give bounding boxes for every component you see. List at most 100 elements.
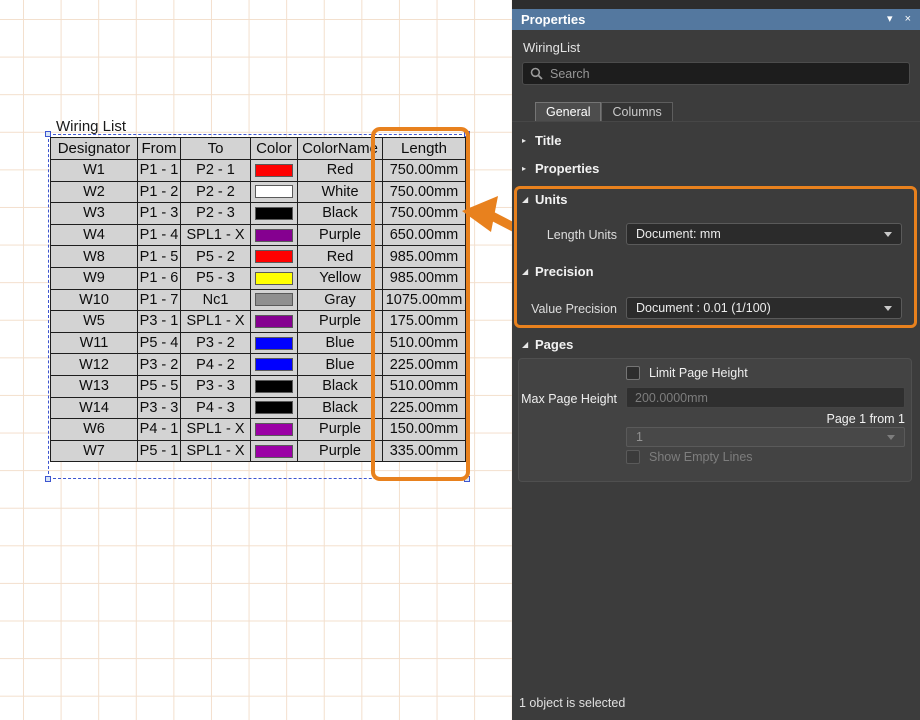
value-precision-dropdown[interactable]: Document : 0.01 (1/100): [626, 297, 902, 319]
color-swatch: [255, 445, 293, 458]
cell-to: P4 - 3: [181, 397, 251, 419]
cell-designator: W7: [51, 440, 138, 462]
cell-colorname: White: [298, 181, 383, 203]
cell-to: Nc1: [181, 289, 251, 311]
cell-designator: W8: [51, 246, 138, 268]
cell-color: [251, 224, 298, 246]
cell-color: [251, 203, 298, 225]
show-empty-lines-checkbox: [626, 450, 640, 464]
cell-length: 510.00mm: [383, 375, 466, 397]
color-swatch: [255, 164, 293, 177]
cell-designator: W12: [51, 354, 138, 376]
cell-color: [251, 397, 298, 419]
table-row: W9 P1 - 6 P5 - 3 Yellow 985.00mm: [51, 267, 466, 289]
cell-color: [251, 332, 298, 354]
cell-length: 335.00mm: [383, 440, 466, 462]
col-header-designator: Designator: [51, 138, 138, 160]
limit-page-height-row: Limit Page Height: [626, 366, 748, 380]
cell-colorname: Purple: [298, 440, 383, 462]
properties-panel: Properties ▾ × WiringList General Column…: [512, 0, 920, 720]
section-header-title[interactable]: ▸ Title: [522, 133, 562, 148]
length-units-label: Length Units: [512, 228, 617, 242]
table-row: W13 P5 - 5 P3 - 3 Black 510.00mm: [51, 375, 466, 397]
section-header-pages[interactable]: ◢ Pages: [522, 337, 573, 352]
table-row: W2 P1 - 2 P2 - 2 White 750.00mm: [51, 181, 466, 203]
panel-tabs: General Columns: [535, 102, 673, 122]
section-header-units[interactable]: ◢ Units: [522, 192, 568, 207]
chevron-down-icon: [884, 232, 892, 237]
cell-color: [251, 375, 298, 397]
close-icon[interactable]: ×: [905, 9, 911, 30]
cell-length: 150.00mm: [383, 419, 466, 441]
color-swatch: [255, 401, 293, 414]
cell-colorname: Blue: [298, 332, 383, 354]
cell-color: [251, 267, 298, 289]
cell-to: P3 - 2: [181, 332, 251, 354]
cell-color: [251, 160, 298, 182]
cell-to: P2 - 3: [181, 203, 251, 225]
cell-color: [251, 289, 298, 311]
cell-length: 985.00mm: [383, 246, 466, 268]
cell-colorname: Yellow: [298, 267, 383, 289]
cell-from: P1 - 7: [138, 289, 181, 311]
cell-colorname: Red: [298, 246, 383, 268]
color-swatch: [255, 358, 293, 371]
cell-to: SPL1 - X: [181, 419, 251, 441]
cell-to: P4 - 2: [181, 354, 251, 376]
cell-to: SPL1 - X: [181, 224, 251, 246]
table-row: W14 P3 - 3 P4 - 3 Black 225.00mm: [51, 397, 466, 419]
cell-length: 225.00mm: [383, 397, 466, 419]
length-units-dropdown[interactable]: Document: mm: [626, 223, 902, 245]
search-input[interactable]: [550, 67, 902, 81]
tab-columns[interactable]: Columns: [601, 102, 672, 122]
chevron-down-icon: [887, 435, 895, 440]
chevron-down-icon[interactable]: ▾: [887, 9, 893, 30]
show-empty-lines-label: Show Empty Lines: [649, 450, 753, 464]
color-swatch: [255, 293, 293, 306]
selected-object-name: WiringList: [523, 40, 580, 55]
table-row: W7 P5 - 1 SPL1 - X Purple 335.00mm: [51, 440, 466, 462]
selection-handle[interactable]: [45, 476, 51, 482]
table-row: W10 P1 - 7 Nc1 Gray 1075.00mm: [51, 289, 466, 311]
col-header-to: To: [181, 138, 251, 160]
cell-length: 750.00mm: [383, 160, 466, 182]
search-box[interactable]: [522, 62, 910, 85]
section-header-precision[interactable]: ◢ Precision: [522, 264, 594, 279]
table-row: W6 P4 - 1 SPL1 - X Purple 150.00mm: [51, 419, 466, 441]
cell-from: P5 - 5: [138, 375, 181, 397]
cell-to: P2 - 1: [181, 160, 251, 182]
cell-designator: W5: [51, 311, 138, 333]
cell-to: SPL1 - X: [181, 440, 251, 462]
cell-from: P1 - 6: [138, 267, 181, 289]
cell-designator: W3: [51, 203, 138, 225]
cell-to: P2 - 2: [181, 181, 251, 203]
table-row: W12 P3 - 2 P4 - 2 Blue 225.00mm: [51, 354, 466, 376]
cell-colorname: Purple: [298, 419, 383, 441]
wiring-list-table[interactable]: Designator From To Color ColorName Lengt…: [50, 137, 466, 462]
show-empty-lines-row: Show Empty Lines: [626, 450, 753, 464]
search-icon: [530, 67, 543, 80]
cell-from: P3 - 1: [138, 311, 181, 333]
wiring-table-body: W1 P1 - 1 P2 - 1 Red 750.00mm W2 P1 - 2 …: [51, 160, 466, 462]
page-selector-dropdown: 1: [626, 427, 905, 447]
color-swatch: [255, 185, 293, 198]
table-row: W5 P3 - 1 SPL1 - X Purple 175.00mm: [51, 311, 466, 333]
tab-general[interactable]: General: [535, 102, 601, 122]
cell-from: P3 - 3: [138, 397, 181, 419]
page-info-text: Page 1 from 1: [826, 412, 905, 426]
cell-to: SPL1 - X: [181, 311, 251, 333]
cell-from: P5 - 4: [138, 332, 181, 354]
cell-colorname: Purple: [298, 224, 383, 246]
section-header-properties[interactable]: ▸ Properties: [522, 161, 599, 176]
cell-to: P3 - 3: [181, 375, 251, 397]
table-row: W1 P1 - 1 P2 - 1 Red 750.00mm: [51, 160, 466, 182]
limit-page-height-checkbox[interactable]: [626, 366, 640, 380]
cell-from: P1 - 4: [138, 224, 181, 246]
cell-color: [251, 246, 298, 268]
selection-handle[interactable]: [464, 476, 470, 482]
color-swatch: [255, 229, 293, 242]
cell-designator: W9: [51, 267, 138, 289]
cell-color: [251, 181, 298, 203]
cell-from: P1 - 5: [138, 246, 181, 268]
panel-titlebar: Properties ▾ ×: [512, 9, 920, 30]
